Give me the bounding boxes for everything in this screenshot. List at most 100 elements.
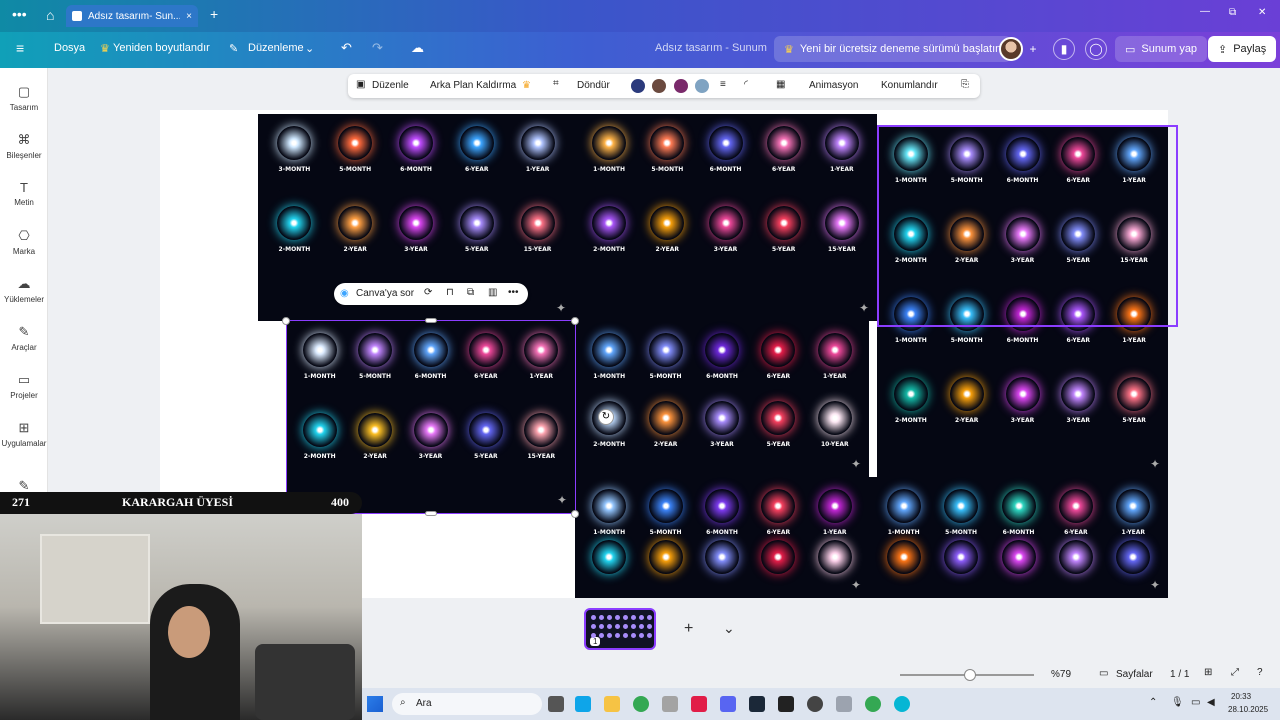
lock-icon[interactable]: ⊓ (446, 287, 454, 298)
more-icon[interactable]: ••• (508, 287, 519, 298)
paint-format-icon[interactable]: ⎘ (961, 79, 969, 90)
help-icon[interactable]: ? (1257, 667, 1263, 678)
grid-view-icon[interactable]: ⊞ (1204, 667, 1212, 678)
sidebar-item-tools[interactable]: ✎ Araçlar (0, 324, 48, 352)
color-swatch-1[interactable] (631, 79, 645, 93)
undo-icon[interactable]: ↶ (341, 40, 352, 56)
store-icon[interactable] (575, 696, 591, 712)
fullscreen-icon[interactable]: ⤢ (1231, 667, 1239, 678)
comment-add-icon[interactable]: ⟳ (424, 287, 432, 298)
redo-icon[interactable]: ↷ (372, 40, 383, 56)
trash-icon[interactable]: ▥ (488, 287, 497, 298)
image-tile-7[interactable]: 1-MONTH 5-MONTH 6-MONTH 6-YEAR 1-YEAR ✦ (869, 477, 1168, 598)
rotate-handle-icon[interactable]: ↻ (598, 409, 614, 425)
animate-button[interactable]: Animasyon (809, 80, 858, 91)
app-red-icon[interactable] (691, 696, 707, 712)
galaxy-label: 6-YEAR (766, 529, 791, 536)
trial-button[interactable]: ♛ Yeni bir ücretsiz deneme sürümü başlat… (774, 36, 1012, 62)
cloud-sync-icon[interactable]: ☁ (411, 40, 424, 56)
insights-icon[interactable]: ▮ (1053, 38, 1075, 60)
resize-button[interactable]: Yeniden boyutlandır (113, 42, 210, 54)
file-explorer-icon[interactable] (604, 696, 620, 712)
present-button[interactable]: ▭ Sunum yap (1115, 36, 1208, 62)
image-tile-5[interactable]: 1-MONTH 5-MONTH 6-MONTH 6-YEAR 1-YEAR 2-MONTH… (575, 321, 869, 477)
image-tile-6[interactable]: 1-MONTH 5-MONTH 6-MONTH 6-YEAR 1-YEAR ✦ (575, 477, 869, 598)
sidebar-item-text[interactable]: T Metin (0, 180, 48, 207)
steam-icon[interactable] (749, 696, 765, 712)
rotate-button[interactable]: Döndür (577, 80, 610, 91)
epic-games-icon[interactable] (778, 696, 794, 712)
expand-pages-icon[interactable]: ⌄ (723, 620, 735, 637)
resize-handle[interactable] (425, 318, 437, 323)
duplicate-icon[interactable]: ⧉ (467, 287, 474, 298)
tab-close-icon[interactable]: × (186, 11, 192, 22)
resize-handle[interactable] (282, 317, 290, 325)
bg-remove-button[interactable]: Arka Plan Kaldırma (430, 80, 516, 91)
new-tab-icon[interactable]: + (210, 6, 218, 22)
chrome-icon[interactable] (633, 696, 649, 712)
resize-handle[interactable] (571, 510, 579, 518)
sidebar-item-apps[interactable]: ⊞ Uygulamalar (0, 420, 48, 448)
page-thumbnail[interactable]: 1 (584, 608, 656, 650)
resize-handle[interactable] (571, 317, 579, 325)
sidebar-item-label: Tasarım (9, 103, 39, 112)
zoom-level[interactable]: %79 (1051, 669, 1071, 680)
zoom-slider-knob[interactable] (964, 669, 976, 681)
chevron-up-icon[interactable]: ⌃ (1149, 697, 1157, 708)
corner-radius-icon[interactable]: ◜ (744, 79, 748, 90)
canva-icon[interactable] (894, 696, 910, 712)
more-icon[interactable]: ••• (12, 6, 27, 22)
clock-date[interactable]: 28.10.2025 (1228, 705, 1268, 714)
sparkle-icon: ✦ (858, 301, 869, 315)
obs-icon[interactable] (836, 696, 852, 712)
sidebar-item-projects[interactable]: ▭ Projeler (0, 372, 48, 400)
color-swatch-2[interactable] (652, 79, 666, 93)
chrome-icon[interactable] (865, 696, 881, 712)
crop-icon[interactable]: ⌗ (553, 78, 559, 89)
galaxy-item: 5-MONTH (639, 126, 695, 173)
chevron-down-icon[interactable]: ⌄ (305, 42, 314, 55)
browser-tab[interactable]: Adsız tasarım- Sun... × (66, 5, 198, 27)
color-swatch-4[interactable] (695, 79, 709, 93)
start-icon[interactable] (367, 696, 383, 712)
edit-image-button[interactable]: Düzenle (372, 80, 409, 91)
chatgpt-icon[interactable] (807, 696, 823, 712)
document-title[interactable]: Adsız tasarım - Sunum (655, 42, 767, 54)
close-window-icon[interactable]: ✕ (1258, 7, 1266, 18)
clock-time[interactable]: 20:33 (1231, 692, 1251, 701)
add-page-icon[interactable]: + (684, 620, 693, 638)
network-icon[interactable]: ▭ (1191, 697, 1200, 708)
sidebar-item-elements[interactable]: ⌘ Bileşenler (0, 132, 48, 160)
avatar[interactable] (999, 37, 1023, 61)
add-collaborator-icon[interactable]: + (1022, 38, 1044, 60)
color-swatch-3[interactable] (674, 79, 688, 93)
sidebar-item-design[interactable]: ▢ Tasarım (0, 84, 48, 112)
task-view-icon[interactable] (548, 696, 564, 712)
home-icon[interactable]: ⌂ (46, 7, 54, 23)
transparency-icon[interactable]: ▦ (776, 79, 785, 90)
app-icon[interactable] (662, 696, 678, 712)
pages-button[interactable]: Sayfalar (1116, 669, 1153, 680)
ask-canva-button[interactable]: Canva'ya sor (356, 288, 414, 299)
person-face (168, 606, 210, 658)
position-button[interactable]: Konumlandır (881, 80, 938, 91)
minimize-icon[interactable]: — (1200, 6, 1210, 17)
volume-icon[interactable]: ◀ (1207, 697, 1215, 708)
mic-icon[interactable]: 🎙 (1171, 697, 1184, 708)
sidebar-item-uploads[interactable]: ☁ Yüklemeler (0, 276, 48, 304)
border-style-icon[interactable]: ≡ (720, 79, 726, 90)
file-menu[interactable]: Dosya (54, 42, 85, 54)
edit-mode-dropdown[interactable]: Düzenleme (248, 42, 304, 54)
comment-icon[interactable]: ◯ (1085, 38, 1107, 60)
image-tile-2[interactable]: 1-MONTH 5-MONTH 6-MONTH 6-YEAR 1-YEAR 2-MONTH… (574, 114, 877, 321)
discord-icon[interactable] (720, 696, 736, 712)
share-button[interactable]: ⇪ Paylaş (1208, 36, 1277, 62)
galaxy-orb-icon (1005, 377, 1040, 411)
taskbar-search[interactable]: ⌕ Ara (392, 693, 542, 715)
restore-icon[interactable]: ⧉ (1229, 7, 1236, 18)
hamburger-icon[interactable]: ≡ (16, 40, 24, 56)
galaxy-orb-icon (708, 126, 743, 160)
resize-handle[interactable] (425, 511, 437, 516)
sidebar-item-brand[interactable]: ⎔ Marka (0, 228, 48, 256)
galaxy-label: 2-MONTH (593, 246, 626, 253)
